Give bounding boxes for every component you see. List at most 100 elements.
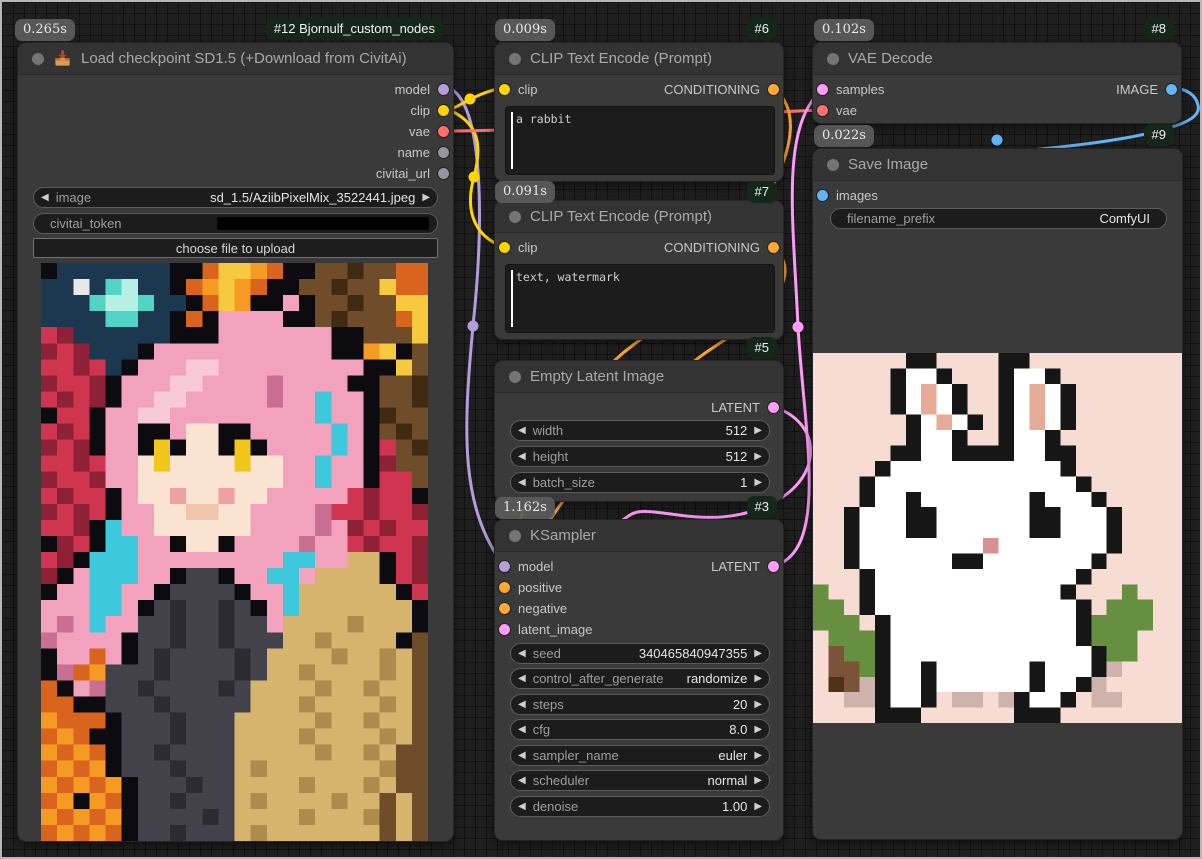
combo-right-arrow-icon[interactable]: ▶ xyxy=(747,673,769,684)
node-title-bar[interactable]: Empty Latent Image xyxy=(495,361,783,393)
string-port-dot[interactable] xyxy=(438,147,449,158)
vae-port-dot[interactable] xyxy=(817,105,828,116)
combo-left-arrow-icon[interactable]: ◀ xyxy=(511,425,533,436)
node-title: Empty Latent Image xyxy=(530,368,664,385)
clip-port-dot[interactable] xyxy=(499,242,510,253)
image-port-dot[interactable] xyxy=(817,190,828,201)
node-load-checkpoint[interactable]: Load checkpoint SD1.5 (+Download from Ci… xyxy=(17,42,454,842)
timing-badge: 1.162s xyxy=(495,497,555,519)
scheduler-widget[interactable]: ◀ scheduler normal ▶ xyxy=(510,770,770,791)
node-title-bar[interactable]: Save Image xyxy=(813,149,1182,181)
combo-left-arrow-icon[interactable]: ◀ xyxy=(511,750,533,761)
combo-left-arrow-icon[interactable]: ◀ xyxy=(511,801,533,812)
conditioning-port-dot[interactable] xyxy=(499,603,510,614)
input-samples[interactable]: samples xyxy=(817,79,884,99)
combo-right-arrow-icon[interactable]: ▶ xyxy=(747,775,769,786)
node-empty-latent-image[interactable]: Empty Latent Image LATENT ◀ width 512 ▶ … xyxy=(494,360,784,502)
combo-left-arrow-icon[interactable]: ◀ xyxy=(511,699,533,710)
combo-right-arrow-icon[interactable]: ▶ xyxy=(747,801,769,812)
steps-widget[interactable]: ◀ steps 20 ▶ xyxy=(510,694,770,715)
output-name[interactable]: name xyxy=(397,142,449,162)
cfg-widget[interactable]: ◀ cfg 8.0 ▶ xyxy=(510,719,770,740)
prompt-textarea[interactable]: text, watermark xyxy=(505,264,775,333)
string-port-dot[interactable] xyxy=(438,168,449,179)
combo-right-arrow-icon[interactable]: ▶ xyxy=(747,699,769,710)
output-conditioning[interactable]: CONDITIONING xyxy=(664,79,779,99)
model-port-dot[interactable] xyxy=(438,84,449,95)
combo-right-arrow-icon[interactable]: ▶ xyxy=(747,724,769,735)
conditioning-port-dot[interactable] xyxy=(499,582,510,593)
node-title: Save Image xyxy=(848,156,928,173)
node-ksampler[interactable]: KSampler model positive negative latent_… xyxy=(494,519,784,841)
node-title-bar[interactable]: CLIP Text Encode (Prompt) xyxy=(495,201,783,233)
latent-port-dot[interactable] xyxy=(499,624,510,635)
combo-right-arrow-icon[interactable]: ▶ xyxy=(747,648,769,659)
latent-port-dot[interactable] xyxy=(768,561,779,572)
node-title-bar[interactable]: Load checkpoint SD1.5 (+Download from Ci… xyxy=(18,43,453,75)
output-latent[interactable]: LATENT xyxy=(711,556,779,576)
saved-image-preview xyxy=(813,353,1183,723)
node-vae-decode[interactable]: VAE Decode samples vae IMAGE xyxy=(812,42,1182,124)
node-clip-text-encode-positive[interactable]: CLIP Text Encode (Prompt) clip CONDITION… xyxy=(494,42,784,182)
combo-right-arrow-icon[interactable]: ▶ xyxy=(747,425,769,436)
input-clip[interactable]: clip xyxy=(499,79,538,99)
height-widget[interactable]: ◀ height 512 ▶ xyxy=(510,446,770,467)
output-model[interactable]: model xyxy=(395,79,449,99)
batch-size-widget[interactable]: ◀ batch_size 1 ▶ xyxy=(510,472,770,493)
control-after-generate-widget[interactable]: ◀ control_after_generate randomize ▶ xyxy=(510,668,770,689)
combo-left-arrow-icon[interactable]: ◀ xyxy=(34,192,56,203)
combo-right-arrow-icon[interactable]: ▶ xyxy=(747,477,769,488)
input-negative[interactable]: negative xyxy=(499,598,567,618)
node-graph-canvas[interactable]: 0.265s #12 Bjornulf_custom_nodes Load ch… xyxy=(0,0,1202,859)
width-widget[interactable]: ◀ width 512 ▶ xyxy=(510,420,770,441)
combo-right-arrow-icon[interactable]: ▶ xyxy=(747,750,769,761)
node-title-bar[interactable]: VAE Decode xyxy=(813,43,1181,75)
combo-left-arrow-icon[interactable]: ◀ xyxy=(511,477,533,488)
node-title-bar[interactable]: CLIP Text Encode (Prompt) xyxy=(495,43,783,75)
sampler-name-widget[interactable]: ◀ sampler_name euler ▶ xyxy=(510,745,770,766)
latent-port-dot[interactable] xyxy=(768,402,779,413)
combo-left-arrow-icon[interactable]: ◀ xyxy=(511,724,533,735)
model-port-dot[interactable] xyxy=(499,561,510,572)
clip-port-dot[interactable] xyxy=(499,84,510,95)
prompt-textarea[interactable]: a rabbit xyxy=(505,106,775,175)
combo-left-arrow-icon[interactable]: ◀ xyxy=(511,451,533,462)
conditioning-port-dot[interactable] xyxy=(768,84,779,95)
clip-port-dot[interactable] xyxy=(438,105,449,116)
text-caret xyxy=(511,112,513,169)
combo-right-arrow-icon[interactable]: ▶ xyxy=(747,451,769,462)
vae-port-dot[interactable] xyxy=(438,126,449,137)
node-id-badge: #8 xyxy=(1144,18,1174,40)
denoise-widget[interactable]: ◀ denoise 1.00 ▶ xyxy=(510,796,770,817)
input-positive[interactable]: positive xyxy=(499,577,562,597)
node-status-dot xyxy=(509,530,521,542)
latent-port-dot[interactable] xyxy=(817,84,828,95)
output-civitai-url[interactable]: civitai_url xyxy=(376,163,449,183)
combo-right-arrow-icon[interactable]: ▶ xyxy=(415,192,437,203)
input-images[interactable]: images xyxy=(817,185,878,205)
output-image[interactable]: IMAGE xyxy=(1116,79,1177,99)
node-status-dot xyxy=(509,371,521,383)
output-clip[interactable]: clip xyxy=(410,100,449,120)
image-combo-widget[interactable]: ◀ image sd_1.5/AziibPixelMix_3522441.jpe… xyxy=(33,187,438,208)
output-conditioning[interactable]: CONDITIONING xyxy=(664,237,779,257)
output-vae[interactable]: vae xyxy=(409,121,449,141)
checkpoint-preview-image xyxy=(41,263,428,841)
choose-file-button[interactable]: choose file to upload xyxy=(33,238,438,258)
input-model[interactable]: model xyxy=(499,556,553,576)
input-vae[interactable]: vae xyxy=(817,100,857,120)
input-latent-image[interactable]: latent_image xyxy=(499,619,592,639)
combo-left-arrow-icon[interactable]: ◀ xyxy=(511,673,533,684)
combo-left-arrow-icon[interactable]: ◀ xyxy=(511,648,533,659)
combo-left-arrow-icon[interactable]: ◀ xyxy=(511,775,533,786)
civitai-token-field[interactable]: civitai_token xyxy=(33,213,438,234)
node-save-image[interactable]: Save Image images filename_prefix ComfyU… xyxy=(812,148,1183,840)
seed-widget[interactable]: ◀ seed 340465840947355 ▶ xyxy=(510,643,770,664)
filename-prefix-widget[interactable]: filename_prefix ComfyUI xyxy=(830,208,1167,229)
image-port-dot[interactable] xyxy=(1166,84,1177,95)
conditioning-port-dot[interactable] xyxy=(768,242,779,253)
node-clip-text-encode-negative[interactable]: CLIP Text Encode (Prompt) clip CONDITION… xyxy=(494,200,784,340)
input-clip[interactable]: clip xyxy=(499,237,538,257)
node-title-bar[interactable]: KSampler xyxy=(495,520,783,552)
output-latent[interactable]: LATENT xyxy=(711,397,779,417)
